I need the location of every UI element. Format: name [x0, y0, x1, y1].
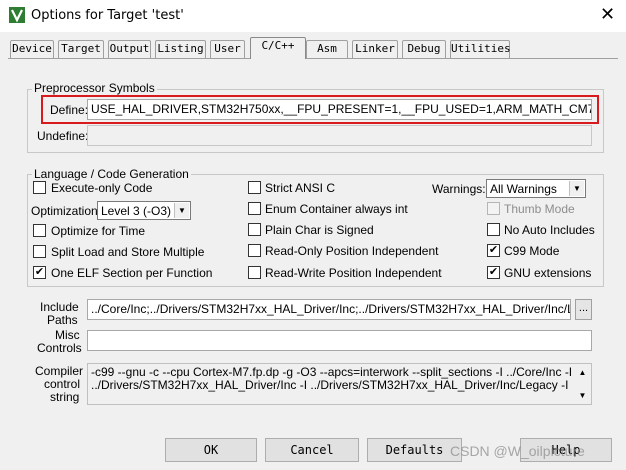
tab-asm[interactable]: Asm — [306, 40, 348, 58]
enum-container-label: Enum Container always int — [265, 202, 408, 216]
optimization-value: Level 3 (-O3) — [101, 204, 172, 218]
ro-pos-indep-checkbox[interactable] — [248, 244, 261, 257]
include-paths-browse-button[interactable]: ... — [575, 299, 592, 320]
plain-char-signed-checkbox[interactable] — [248, 223, 261, 236]
chevron-down-icon: ▼ — [174, 203, 189, 218]
gnu-extensions-label: GNU extensions — [504, 266, 592, 280]
thumb-mode-label: Thumb Mode — [504, 202, 575, 216]
define-field[interactable]: USE_HAL_DRIVER,STM32H750xx,__FPU_PRESENT… — [87, 99, 592, 120]
watermark: CSDN @W_oilpicture — [450, 443, 585, 459]
optimization-select[interactable]: Level 3 (-O3) ▼ — [97, 201, 191, 220]
close-icon[interactable]: ✕ — [600, 4, 615, 26]
c99-mode-checkbox[interactable]: ✔ — [487, 244, 500, 257]
undefine-field[interactable] — [87, 125, 592, 146]
include-paths-label-1: Include — [40, 300, 79, 314]
rw-pos-indep-label: Read-Write Position Independent — [265, 266, 442, 280]
rw-pos-indep-checkbox[interactable] — [248, 266, 261, 279]
compiler-control-label-1: Compiler — [35, 364, 84, 378]
execute-only-label: Execute-only Code — [51, 181, 153, 195]
include-paths-label-2: Paths — [47, 313, 78, 327]
tab-user[interactable]: User — [210, 40, 245, 58]
preprocessor-group-title: Preprocessor Symbols — [32, 81, 157, 95]
tab-linker[interactable]: Linker — [352, 40, 398, 58]
split-load-store-label: Split Load and Store Multiple — [51, 245, 205, 259]
strict-ansi-label: Strict ANSI C — [265, 181, 336, 195]
optimize-time-label: Optimize for Time — [51, 224, 146, 238]
misc-controls-field[interactable] — [87, 330, 592, 351]
execute-only-checkbox[interactable] — [33, 181, 46, 194]
plain-char-signed-label: Plain Char is Signed — [265, 223, 374, 237]
undefine-label: Undefine: — [37, 129, 89, 143]
tab-debug[interactable]: Debug — [402, 40, 446, 58]
compiler-control-string[interactable]: -c99 --gnu -c --cpu Cortex-M7.fp.dp -g -… — [87, 363, 592, 405]
optimize-time-checkbox[interactable] — [33, 224, 46, 237]
tab-utilities[interactable]: Utilities — [450, 40, 511, 58]
warnings-label: Warnings: — [432, 182, 486, 196]
ro-pos-indep-label: Read-Only Position Independent — [265, 244, 439, 258]
ok-button[interactable]: OK — [165, 438, 257, 462]
compiler-control-line-2: ../Drivers/STM32H7xx_HAL_Driver/Inc -I .… — [91, 378, 569, 392]
strict-ansi-checkbox[interactable] — [248, 181, 261, 194]
compiler-control-label-3: string — [50, 390, 80, 404]
tab-device[interactable]: Device — [10, 40, 54, 58]
optimization-label: Optimization: — [31, 204, 102, 218]
tab-output[interactable]: Output — [108, 40, 151, 58]
gnu-extensions-checkbox[interactable]: ✔ — [487, 266, 500, 279]
chevron-down-icon: ▼ — [569, 181, 584, 196]
compiler-control-scrollbar[interactable]: ▲ ▼ — [575, 365, 590, 403]
defaults-button[interactable]: Defaults — [367, 438, 462, 462]
title-bar: Options for Target 'test' ✕ — [0, 0, 626, 32]
tab-target[interactable]: Target — [58, 40, 104, 58]
tab-c-cpp[interactable]: C/C++ — [250, 37, 306, 59]
cancel-button[interactable]: Cancel — [265, 438, 359, 462]
split-load-store-checkbox[interactable] — [33, 245, 46, 258]
scroll-down-icon[interactable]: ▼ — [575, 389, 590, 402]
thumb-mode-checkbox — [487, 202, 500, 215]
compiler-control-label-2: control — [44, 377, 81, 391]
enum-container-checkbox[interactable] — [248, 202, 261, 215]
misc-controls-label-2: Controls — [37, 341, 82, 355]
warnings-select[interactable]: All Warnings ▼ — [486, 179, 586, 198]
tab-listing[interactable]: Listing — [155, 40, 206, 58]
no-auto-includes-label: No Auto Includes — [504, 223, 595, 237]
warnings-value: All Warnings — [490, 182, 557, 196]
keil-uvision-icon — [9, 7, 25, 23]
one-elf-section-label: One ELF Section per Function — [51, 266, 213, 280]
window-title: Options for Target 'test' — [31, 8, 184, 23]
include-paths-field[interactable]: ../Core/Inc;../Drivers/STM32H7xx_HAL_Dri… — [87, 299, 571, 320]
scroll-up-icon[interactable]: ▲ — [575, 366, 590, 379]
c99-mode-label: C99 Mode — [504, 244, 560, 258]
define-label: Define: — [50, 103, 89, 117]
tab-divider — [8, 58, 618, 59]
one-elf-section-checkbox[interactable]: ✔ — [33, 266, 46, 279]
language-group-title: Language / Code Generation — [32, 167, 191, 181]
misc-controls-label-1: Misc — [55, 328, 80, 342]
no-auto-includes-checkbox[interactable] — [487, 223, 500, 236]
